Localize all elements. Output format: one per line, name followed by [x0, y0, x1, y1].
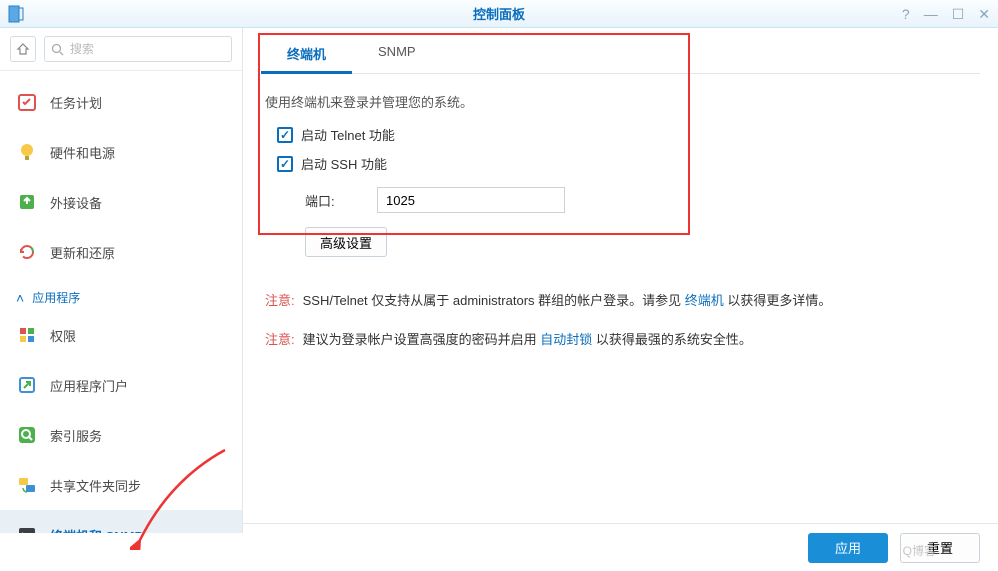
checkbox-ssh[interactable]: ✓	[277, 156, 293, 172]
refresh-icon	[16, 241, 38, 263]
close-icon[interactable]: ✕	[978, 6, 990, 23]
upload-icon	[16, 191, 38, 213]
sidebar-item-label: 硬件和电源	[50, 143, 115, 162]
sidebar-item-label: 任务计划	[50, 93, 102, 112]
port-label: 端口:	[305, 191, 357, 210]
section-applications[interactable]: ˄ 应用程序	[0, 277, 242, 310]
port-input[interactable]	[377, 187, 565, 213]
tab-snmp[interactable]: SNMP	[352, 34, 442, 73]
checkbox-ssh-label: 启动 SSH 功能	[301, 154, 387, 173]
maximize-icon[interactable]: ☐	[952, 6, 965, 23]
apply-button[interactable]: 应用	[808, 533, 888, 563]
footer: 应用 重置	[243, 523, 998, 571]
sidebar-item-label: 索引服务	[50, 426, 102, 445]
search-input[interactable]	[70, 42, 225, 56]
section-label: 应用程序	[32, 289, 80, 306]
content-panel: 终端机 SNMP 使用终端机来登录并管理您的系统。 ✓ 启动 Telnet 功能…	[243, 28, 998, 533]
sidebar-item-label: 更新和还原	[50, 243, 115, 262]
sidebar-item-label: 权限	[50, 326, 76, 345]
sidebar: 任务计划 硬件和电源 外接设备 更新和还原 ˄ 应用程序 权限	[0, 28, 243, 533]
sidebar-item-terminal-snmp[interactable]: 终端机和 SNMP	[0, 510, 242, 533]
chevron-up-icon: ˄	[16, 290, 24, 306]
note-1: 注意:SSH/Telnet 仅支持从属于 administrators 群组的帐…	[265, 289, 976, 314]
titlebar: 控制面板 ? — ☐ ✕	[0, 0, 998, 28]
checkbox-telnet[interactable]: ✓	[277, 127, 293, 143]
terminal-icon	[16, 524, 38, 533]
panel-description: 使用终端机来登录并管理您的系统。	[265, 92, 976, 111]
home-button[interactable]	[10, 36, 36, 62]
sidebar-item-app-portal[interactable]: 应用程序门户	[0, 360, 242, 410]
sync-icon	[16, 474, 38, 496]
link-terminal-help[interactable]: 终端机	[685, 293, 724, 308]
sidebar-item-hardware-power[interactable]: 硬件和电源	[0, 127, 242, 177]
sidebar-item-task-scheduler[interactable]: 任务计划	[0, 77, 242, 127]
minimize-icon[interactable]: —	[924, 6, 938, 22]
window-title: 控制面板	[473, 4, 525, 23]
note-2: 注意:建议为登录帐户设置高强度的密码并启用 自动封锁 以获得最强的系统安全性。	[265, 328, 976, 353]
sidebar-item-indexing[interactable]: 索引服务	[0, 410, 242, 460]
sidebar-item-label: 共享文件夹同步	[50, 476, 141, 495]
tab-terminal[interactable]: 终端机	[261, 34, 352, 73]
sidebar-item-label: 外接设备	[50, 193, 102, 212]
search-icon	[51, 43, 64, 56]
sidebar-item-label: 应用程序门户	[50, 376, 128, 395]
sidebar-item-privileges[interactable]: 权限	[0, 310, 242, 360]
link-auto-block[interactable]: 自动封锁	[540, 332, 592, 347]
sidebar-item-shared-sync[interactable]: 共享文件夹同步	[0, 460, 242, 510]
help-icon[interactable]: ?	[902, 6, 910, 22]
arrow-box-icon	[16, 374, 38, 396]
home-icon	[16, 42, 30, 56]
grid-icon	[16, 324, 38, 346]
sidebar-item-update-restore[interactable]: 更新和还原	[0, 227, 242, 277]
checkbox-telnet-label: 启动 Telnet 功能	[301, 125, 395, 144]
sidebar-item-external-devices[interactable]: 外接设备	[0, 177, 242, 227]
reset-button[interactable]: 重置	[900, 533, 980, 563]
app-icon	[6, 4, 26, 24]
bulb-icon	[16, 141, 38, 163]
calendar-icon	[16, 91, 38, 113]
search-box[interactable]	[44, 36, 232, 62]
advanced-settings-button[interactable]: 高级设置	[305, 227, 387, 257]
magnify-icon	[16, 424, 38, 446]
sidebar-item-label: 终端机和 SNMP	[50, 526, 143, 534]
